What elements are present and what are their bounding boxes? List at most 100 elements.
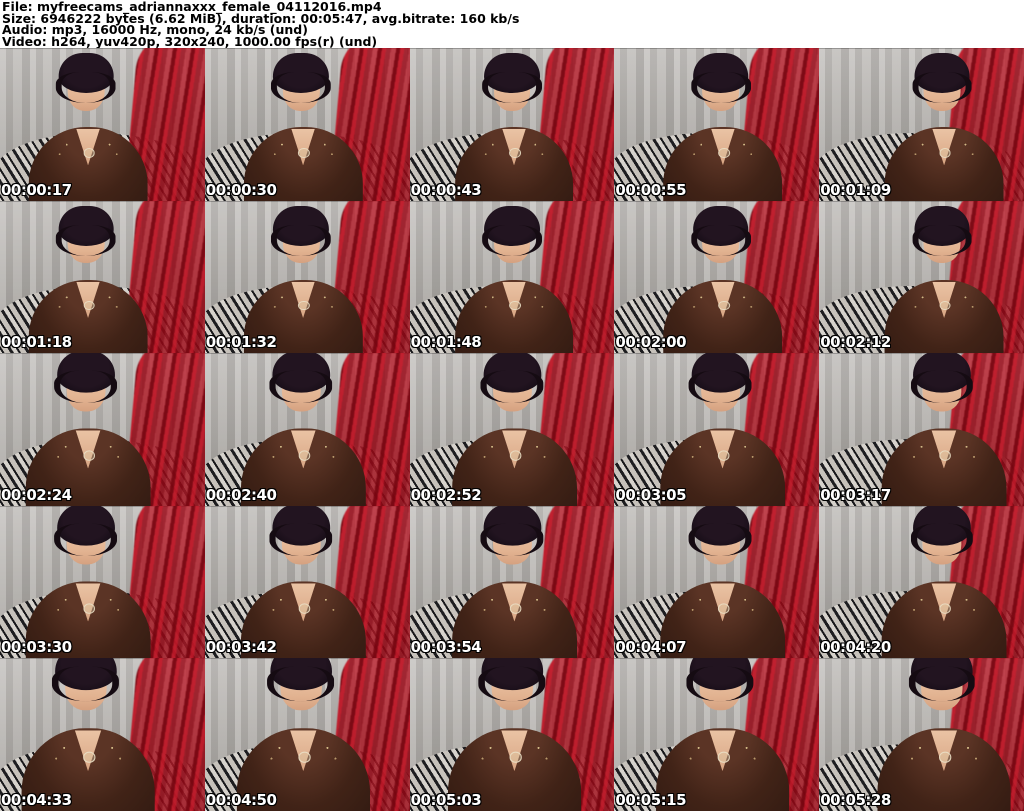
hair-shape [482, 53, 543, 103]
video-frame-thumbnail: 00:03:42 [204, 505, 410, 659]
hair-shape [687, 658, 755, 702]
hair-shape [908, 658, 976, 702]
hair-shape [271, 53, 332, 103]
subject-silhouette [842, 201, 1024, 354]
timestamp-label: 00:01:18 [1, 333, 72, 352]
hair-shape [689, 353, 753, 404]
video-frame-thumbnail: 00:05:03 [409, 658, 615, 811]
hair-shape [480, 353, 544, 404]
subject-silhouette [621, 201, 820, 354]
video-frame-thumbnail: 00:02:24 [0, 353, 205, 506]
timestamp-label: 00:04:20 [820, 638, 891, 657]
subject-silhouette [205, 353, 410, 506]
timestamp-label: 00:02:24 [1, 485, 72, 504]
subject-silhouette [842, 48, 1024, 201]
torso-shape [881, 428, 1007, 506]
subject-silhouette [205, 48, 406, 201]
video-frame-thumbnail: 00:04:20 [819, 505, 1024, 659]
thumbnail-grid: 00:00:17 00:00:30 00:00:43 00:00:55 00:0… [0, 48, 1024, 811]
timestamp-label: 00:01:32 [205, 333, 277, 352]
hair-shape [56, 205, 117, 256]
video-frame-thumbnail: 00:04:07 [614, 505, 820, 659]
timestamp-label: 00:03:42 [205, 638, 277, 657]
video-frame-thumbnail: 00:00:55 [614, 48, 820, 201]
video-frame-thumbnail: 00:02:00 [614, 200, 820, 354]
hair-shape [56, 53, 117, 103]
subject-silhouette [621, 48, 820, 201]
hair-shape [910, 505, 974, 556]
hair-shape [691, 53, 752, 103]
torso-shape [877, 728, 1011, 811]
subject-silhouette [412, 201, 615, 354]
video-frame-thumbnail: 00:02:52 [409, 353, 615, 506]
hair-shape [691, 205, 752, 256]
video-frame-thumbnail: 00:00:43 [409, 48, 615, 201]
subject-silhouette [0, 353, 196, 506]
timestamp-label: 00:03:30 [1, 638, 72, 657]
subject-silhouette [0, 48, 190, 201]
video-value: h264, yuv420p, 320x240, 1000.00 fps(r) (… [51, 34, 378, 48]
subject-silhouette [614, 658, 819, 811]
video-frame-thumbnail: 00:04:50 [204, 658, 410, 811]
timestamp-label: 00:00:43 [410, 180, 482, 199]
subject-silhouette [837, 353, 1024, 506]
video-frame-thumbnail: 00:03:54 [409, 505, 615, 659]
video-contact-sheet: File: myfreecams_adriannaxxx_female_0411… [0, 0, 1024, 811]
video-frame-thumbnail: 00:03:17 [819, 353, 1024, 506]
hair-shape [482, 205, 543, 256]
hair-shape [52, 658, 120, 702]
video-frame-thumbnail: 00:01:48 [409, 200, 615, 354]
timestamp-label: 00:01:09 [820, 180, 891, 199]
timestamp-label: 00:03:17 [820, 485, 891, 504]
hair-shape [54, 353, 118, 404]
video-frame-thumbnail: 00:02:12 [819, 200, 1024, 354]
subject-silhouette [205, 658, 410, 811]
subject-silhouette [0, 658, 203, 811]
subject-silhouette [0, 505, 196, 659]
timestamp-label: 00:02:12 [820, 333, 891, 352]
hair-shape [267, 658, 335, 702]
timestamp-label: 00:05:15 [615, 791, 687, 809]
subject-silhouette [615, 353, 819, 506]
timestamp-label: 00:02:52 [410, 485, 482, 504]
video-frame-thumbnail: 00:01:18 [0, 200, 205, 354]
timestamp-label: 00:02:00 [615, 333, 687, 352]
video-frame-thumbnail: 00:03:30 [0, 505, 205, 659]
hair-shape [269, 505, 333, 556]
timestamp-label: 00:04:07 [615, 638, 687, 657]
timestamp-label: 00:04:33 [1, 791, 72, 809]
torso-shape [884, 279, 1004, 354]
video-frame-thumbnail: 00:02:40 [204, 353, 410, 506]
video-frame-thumbnail: 00:04:33 [0, 658, 205, 811]
subject-silhouette [410, 505, 615, 659]
subject-silhouette [829, 658, 1024, 811]
hair-shape [912, 205, 973, 256]
timestamp-label: 00:01:48 [410, 333, 482, 352]
video-frame-thumbnail: 00:00:30 [204, 48, 410, 201]
video-frame-thumbnail: 00:05:28 [819, 658, 1024, 811]
video-label: Video: [2, 34, 47, 48]
subject-silhouette [205, 505, 410, 659]
timestamp-label: 00:00:30 [205, 180, 277, 199]
timestamp-label: 00:05:03 [410, 791, 482, 809]
subject-silhouette [205, 201, 406, 354]
hair-shape [271, 205, 332, 256]
video-line: Video: h264, yuv420p, 320x240, 1000.00 f… [2, 34, 1024, 48]
torso-shape [881, 581, 1007, 659]
hair-shape [269, 353, 333, 404]
video-frame-thumbnail: 00:05:15 [614, 658, 820, 811]
timestamp-label: 00:04:50 [205, 791, 277, 809]
hair-shape [910, 353, 974, 404]
timestamp-label: 00:03:54 [410, 638, 482, 657]
video-frame-thumbnail: 00:01:09 [819, 48, 1024, 201]
timestamp-label: 00:02:40 [205, 485, 277, 504]
subject-silhouette [615, 505, 819, 659]
video-frame-thumbnail: 00:00:17 [0, 48, 205, 201]
hair-shape [54, 505, 118, 556]
video-frame-thumbnail: 00:01:32 [204, 200, 410, 354]
timestamp-label: 00:05:28 [820, 791, 891, 809]
hair-shape [480, 505, 544, 556]
timestamp-label: 00:00:17 [1, 180, 72, 199]
hair-shape [689, 505, 753, 556]
video-frame-thumbnail: 00:03:05 [614, 353, 820, 506]
